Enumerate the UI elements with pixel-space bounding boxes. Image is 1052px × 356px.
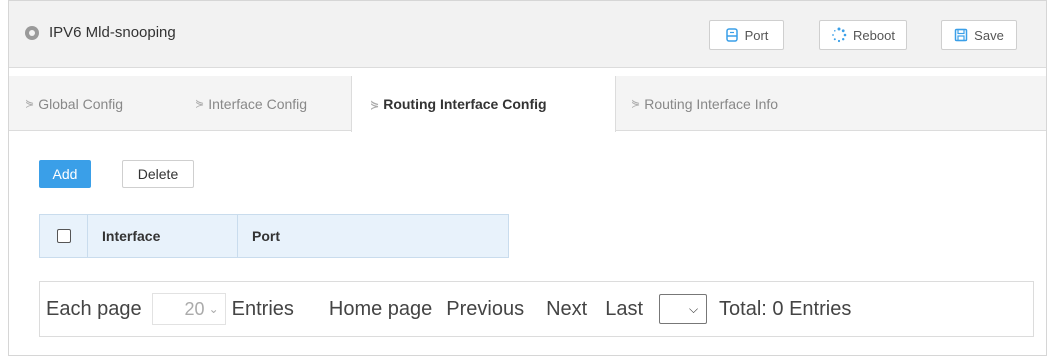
chevron-right-icon: ⋟ bbox=[370, 98, 380, 111]
port-button-label: Port bbox=[744, 27, 769, 43]
next-page-link[interactable]: Next bbox=[546, 298, 587, 321]
tab-label: Routing Interface Config bbox=[383, 96, 547, 112]
pagination-bar: Each page 20 ⌄ Entries Home page Previou… bbox=[39, 281, 1034, 337]
page-size-select[interactable]: 20 ⌄ bbox=[151, 293, 226, 325]
save-button-label: Save bbox=[974, 27, 1004, 43]
reboot-button-label: Reboot bbox=[853, 27, 895, 43]
page-size-value: 20 bbox=[184, 298, 205, 319]
tab-bar: ⋟ Global Config ⋟ Interface Config ⋟ Rou… bbox=[9, 76, 1046, 132]
tab-interface-config[interactable]: ⋟ Interface Config bbox=[185, 76, 307, 131]
column-header-port[interactable]: Port bbox=[238, 215, 508, 257]
column-header-interface[interactable]: Interface bbox=[88, 215, 238, 257]
tab-routing-interface-config[interactable]: ⋟ Routing Interface Config bbox=[351, 76, 616, 132]
panel-header: IPV6 Mld-snooping Port Reboot Save bbox=[9, 0, 1046, 68]
chevron-down-icon: ⌄ bbox=[208, 302, 219, 316]
main-panel: IPV6 Mld-snooping Port Reboot Save ⋟ Glo… bbox=[8, 0, 1047, 356]
each-page-label: Each page bbox=[46, 297, 142, 320]
home-page-link[interactable]: Home page bbox=[329, 298, 432, 321]
title-wrap: IPV6 Mld-snooping bbox=[25, 24, 176, 41]
tab-label: Routing Interface Info bbox=[644, 95, 779, 112]
tab-global-config[interactable]: ⋟ Global Config bbox=[15, 76, 123, 131]
entries-label: Entries bbox=[231, 297, 294, 320]
save-button[interactable]: Save bbox=[941, 20, 1017, 50]
chevron-right-icon: ⋟ bbox=[631, 98, 641, 110]
chevron-right-icon: ⋟ bbox=[195, 98, 205, 110]
radio-dot-icon bbox=[25, 25, 39, 40]
page-title: IPV6 Mld-snooping bbox=[49, 24, 176, 41]
port-button[interactable]: Port bbox=[709, 20, 784, 50]
page-number-select[interactable]: ⌵ bbox=[659, 294, 708, 324]
chevron-right-icon: ⋟ bbox=[25, 98, 35, 110]
reboot-button[interactable]: Reboot bbox=[819, 20, 907, 50]
select-all-cell bbox=[40, 215, 88, 257]
tab-label: Global Config bbox=[38, 95, 124, 112]
previous-page-link[interactable]: Previous bbox=[446, 298, 524, 321]
loading-spinner-icon bbox=[831, 27, 847, 43]
tab-routing-interface-info[interactable]: ⋟ Routing Interface Info bbox=[619, 76, 778, 131]
select-all-checkbox[interactable] bbox=[56, 229, 71, 243]
floppy-disk-icon bbox=[954, 28, 968, 42]
chevron-down-icon: ⌵ bbox=[688, 301, 699, 316]
add-button[interactable]: Add bbox=[39, 160, 91, 188]
delete-button[interactable]: Delete bbox=[122, 160, 194, 188]
tab-label: Interface Config bbox=[208, 95, 308, 112]
data-table-header: Interface Port bbox=[39, 214, 509, 258]
total-entries-label: Total: 0 Entries bbox=[719, 297, 852, 320]
printer-icon bbox=[725, 28, 739, 42]
last-page-link[interactable]: Last bbox=[605, 298, 643, 321]
